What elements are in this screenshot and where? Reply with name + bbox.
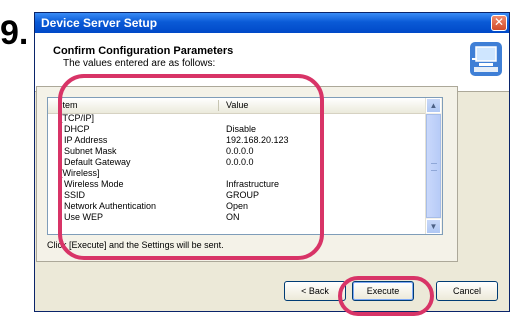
scroll-up-icon[interactable]: ▲ [426,98,441,113]
scroll-down-icon[interactable]: ▼ [426,219,441,234]
cancel-button[interactable]: Cancel [436,281,498,301]
close-icon[interactable]: ✕ [491,15,507,31]
scroll-grip-icon [431,163,437,171]
header-title: Confirm Configuration Parameters [53,45,234,57]
highlight-oval-list [58,74,324,260]
step-number: 9. [0,14,29,52]
computer-network-icon [470,42,502,76]
scroll-thumb[interactable] [426,114,441,218]
vertical-scrollbar[interactable]: ▲ ▼ [425,98,442,234]
cancel-button-label: Cancel [452,286,481,296]
back-button[interactable]: < Back [284,281,346,301]
window-title: Device Server Setup [41,16,158,30]
highlight-oval-execute [338,276,434,316]
title-bar: Device Server Setup ✕ [35,13,509,33]
header-subtitle: The values entered are as follows: [63,58,216,69]
back-button-label: < Back [301,286,329,296]
